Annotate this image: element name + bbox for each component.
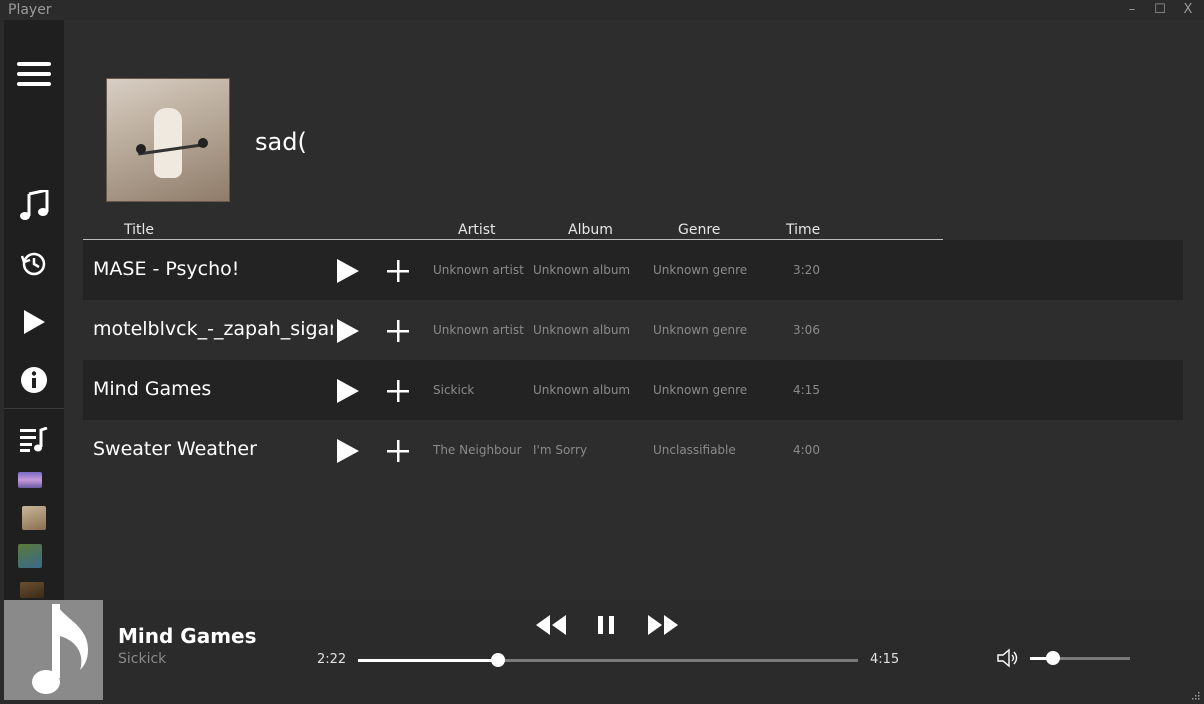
seek-bar-fill [358,659,498,662]
track-genre: Unknown genre [653,383,748,397]
track-time: 3:06 [793,323,820,337]
volume-slider-thumb[interactable] [1046,651,1060,665]
play-track-icon[interactable] [335,438,361,464]
track-album: I'm Sorry [533,443,588,457]
add-to-queue-icon[interactable] [385,378,411,404]
playlist-view: sad( Title Artist Album Genre Time MASE … [64,20,1204,600]
playlist-icon[interactable] [4,418,64,462]
track-time: 4:15 [793,383,820,397]
sidebar [4,20,64,600]
track-genre: Unknown genre [653,263,748,277]
play-track-icon[interactable] [335,258,361,284]
track-time: 3:20 [793,263,820,277]
track-title: motelblvck_-_zapah_sigaret_( [93,318,333,340]
track-row[interactable]: Mind Games Sickick Unknown album Unknown… [83,360,1183,420]
now-playing-title: Mind Games [118,624,257,648]
track-album: Unknown album [533,383,631,397]
close-button[interactable]: X [1180,2,1196,18]
playlist-title: sad( [255,128,307,156]
previous-icon[interactable] [534,612,568,638]
pause-icon[interactable] [594,612,618,638]
column-header-album[interactable]: Album [568,222,613,238]
seek-bar-thumb[interactable] [491,653,505,667]
volume-slider[interactable] [1030,651,1130,665]
track-album: Unknown album [533,323,631,337]
track-title: MASE - Psycho! [93,258,240,280]
column-header-time[interactable]: Time [786,222,820,238]
track-time: 4:00 [793,443,820,457]
playlist-thumbnail[interactable] [20,582,44,598]
track-row[interactable]: Sweater Weather The Neighbour I'm Sorry … [83,420,1183,480]
window-titlebar: Player – ☐ X [0,0,1204,20]
track-genre: Unclassifiable [653,443,736,457]
music-note-icon [32,604,88,694]
music-note-icon[interactable] [4,184,64,228]
resize-grip-icon[interactable] [1190,690,1200,700]
track-artist: Unknown artist [433,263,524,277]
now-playing-art [4,600,103,700]
sidebar-divider [4,408,64,409]
add-to-queue-icon[interactable] [385,438,411,464]
play-icon[interactable] [4,300,64,344]
track-genre: Unknown genre [653,323,748,337]
seek-bar[interactable] [358,653,858,667]
track-artist: Sickick [433,383,475,397]
column-header-title[interactable]: Title [124,222,154,238]
volume-icon[interactable] [996,646,1020,670]
playlist-cover [106,78,230,202]
track-album: Unknown album [533,263,631,277]
now-playing-bar: Mind Games Sickick 2:22 4:15 [0,600,1204,704]
info-icon[interactable] [4,358,64,402]
add-to-queue-icon[interactable] [385,318,411,344]
track-row[interactable]: motelblvck_-_zapah_sigaret_( Unknown art… [83,300,1183,360]
column-header-artist[interactable]: Artist [458,222,496,238]
track-title: Mind Games [93,378,212,400]
playlist-thumbnail[interactable] [22,506,46,530]
track-artist: The Neighbour [433,443,522,457]
add-to-queue-icon[interactable] [385,258,411,284]
column-header-genre[interactable]: Genre [678,222,720,238]
hamburger-menu-icon[interactable] [4,52,64,96]
track-row[interactable]: MASE - Psycho! Unknown artist Unknown al… [83,240,1183,300]
next-icon[interactable] [646,612,680,638]
play-track-icon[interactable] [335,318,361,344]
track-artist: Unknown artist [433,323,524,337]
app-title: Player [8,2,52,18]
track-title: Sweater Weather [93,438,257,460]
minimize-button[interactable]: – [1124,2,1140,18]
maximize-button[interactable]: ☐ [1152,2,1168,18]
elapsed-time: 2:22 [317,652,347,667]
history-icon[interactable] [4,242,64,286]
playlist-thumbnail[interactable] [18,544,42,568]
now-playing-artist: Sickick [118,651,167,667]
playlist-thumbnail[interactable] [18,472,42,488]
total-time: 4:15 [870,652,900,667]
play-track-icon[interactable] [335,378,361,404]
